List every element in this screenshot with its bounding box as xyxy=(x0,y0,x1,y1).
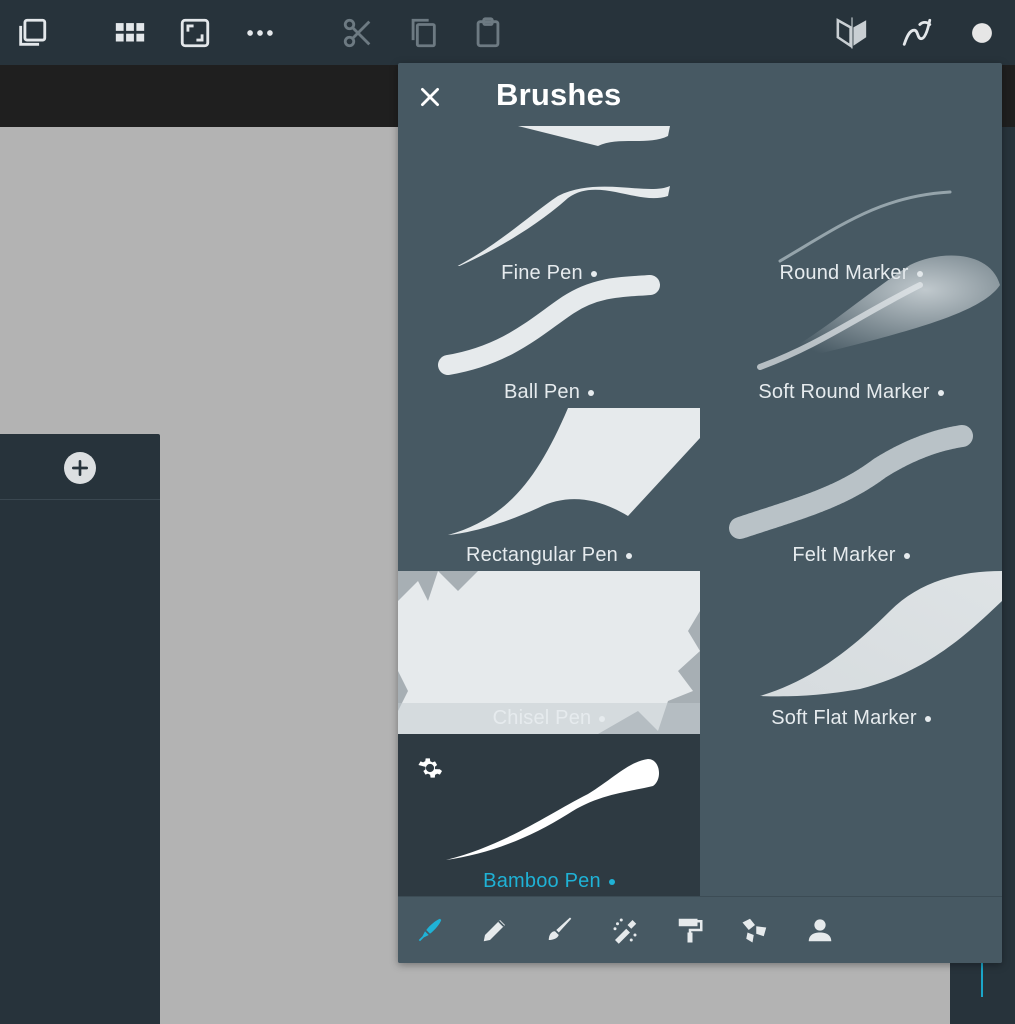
brush-label: Chisel Pen xyxy=(492,707,592,729)
roller-tab-icon[interactable] xyxy=(672,912,708,948)
symmetry-icon[interactable] xyxy=(832,13,872,53)
brush-ball-pen[interactable]: Ball Pen xyxy=(398,245,700,408)
person-tab-icon[interactable] xyxy=(802,912,838,948)
bamboo-pen-preview xyxy=(446,759,660,860)
brush-tab-icon[interactable] xyxy=(542,912,578,948)
pencil-tab-icon[interactable] xyxy=(477,912,513,948)
plus-icon xyxy=(72,460,88,476)
brush-label: Rectangular Pen xyxy=(466,544,618,566)
brushes-panel: Brushes Fine Pen Round Marker Ball Pen S… xyxy=(398,63,1002,963)
more-icon[interactable] xyxy=(240,13,280,53)
brush-dot xyxy=(625,552,632,559)
felt-marker-preview xyxy=(729,425,973,539)
add-layer-button[interactable] xyxy=(64,452,96,484)
brush-bamboo-pen[interactable]: Bamboo Pen xyxy=(398,734,700,897)
close-icon xyxy=(421,88,439,106)
brush-category-tabs xyxy=(398,896,1002,963)
brush-dot xyxy=(937,389,944,396)
brush-dot xyxy=(903,552,910,559)
brush-chisel-pen[interactable]: Chisel Pen xyxy=(398,571,700,734)
brush-label: Soft Round Marker xyxy=(758,381,930,403)
top-toolbar xyxy=(0,0,1015,65)
fit-screen-icon[interactable] xyxy=(175,13,215,53)
copy-icon[interactable] xyxy=(403,13,443,53)
brush-soft-flat-marker[interactable]: Soft Flat Marker xyxy=(700,571,1002,734)
brush-felt-marker[interactable]: Felt Marker xyxy=(700,408,1002,571)
shapes-tab-icon[interactable] xyxy=(737,912,773,948)
brush-dot xyxy=(599,715,606,722)
brush-soft-round-marker[interactable]: Soft Round Marker xyxy=(700,245,1002,408)
color-dot-icon[interactable] xyxy=(962,13,1002,53)
brush-label: Felt Marker xyxy=(792,544,896,566)
brush-label: Bamboo Pen xyxy=(483,870,601,892)
close-button[interactable] xyxy=(412,79,448,115)
brushes-header: Brushes xyxy=(398,63,1002,128)
stroke-icon[interactable] xyxy=(897,13,937,53)
paste-icon[interactable] xyxy=(468,13,508,53)
soft-flat-marker-preview xyxy=(760,571,1002,697)
airbrush-tab-icon[interactable] xyxy=(607,912,643,948)
layers-icon[interactable] xyxy=(12,13,52,53)
brush-dot xyxy=(608,878,615,885)
brush-label: Ball Pen xyxy=(503,381,581,403)
brush-dot xyxy=(924,715,931,722)
side-indicator xyxy=(981,963,983,997)
brush-dot xyxy=(588,389,595,396)
pen-tab-icon[interactable] xyxy=(412,912,448,948)
brush-label: Soft Flat Marker xyxy=(771,707,917,729)
soft-round-marker-preview xyxy=(750,255,1000,370)
rectangular-pen-preview xyxy=(448,408,700,535)
ball-pen-preview xyxy=(438,275,660,375)
cut-icon[interactable] xyxy=(338,13,378,53)
layers-divider xyxy=(0,499,160,500)
brush-rectangular-pen[interactable]: Rectangular Pen xyxy=(398,408,700,571)
panel-title: Brushes xyxy=(496,77,622,112)
layers-panel xyxy=(0,434,160,1024)
grid-icon[interactable] xyxy=(110,13,150,53)
